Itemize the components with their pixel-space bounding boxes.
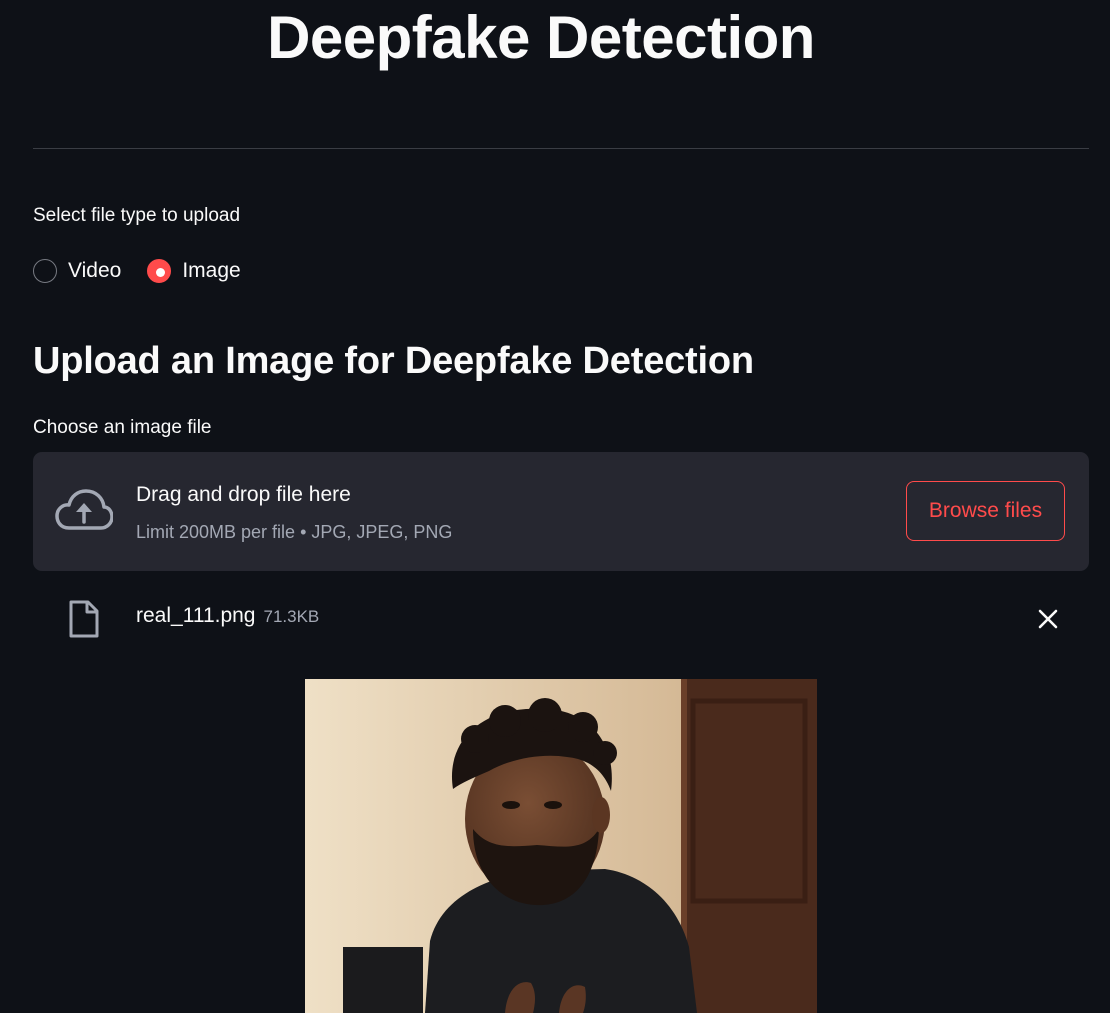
dropzone-title: Drag and drop file here bbox=[136, 483, 351, 506]
radio-option-image[interactable]: Image bbox=[147, 257, 241, 285]
uploader-label: Choose an image file bbox=[33, 417, 212, 438]
uploaded-file-name: real_111.png bbox=[136, 604, 256, 627]
page-title: Deepfake Detection bbox=[267, 4, 815, 71]
uploaded-file-size: 71.3KB bbox=[263, 607, 320, 626]
radio-option-video[interactable]: Video bbox=[33, 257, 121, 285]
divider bbox=[33, 148, 1089, 149]
file-icon bbox=[69, 600, 99, 638]
upload-heading: Upload an Image for Deepfake Detection bbox=[33, 340, 754, 382]
image-preview bbox=[305, 679, 817, 1013]
file-type-label: Select file type to upload bbox=[33, 205, 241, 226]
uploaded-file-row: real_111.png 71.3KB bbox=[33, 590, 1089, 646]
file-dropzone[interactable]: Drag and drop file here Limit 200MB per … bbox=[33, 452, 1089, 571]
radio-button-image[interactable] bbox=[147, 259, 172, 283]
cloud-upload-icon bbox=[55, 489, 113, 530]
uploaded-file-info: real_111.png 71.3KB bbox=[136, 602, 319, 631]
file-type-radio-group: Video Image bbox=[33, 257, 267, 285]
close-icon[interactable] bbox=[1036, 607, 1060, 631]
browse-files-button[interactable]: Browse files bbox=[906, 481, 1065, 541]
dropzone-limits: Limit 200MB per file • JPG, JPEG, PNG bbox=[136, 522, 453, 542]
person-photo bbox=[305, 679, 817, 1013]
radio-label-image: Image bbox=[182, 259, 241, 282]
radio-button-video[interactable] bbox=[33, 259, 57, 283]
radio-label-video: Video bbox=[68, 259, 122, 282]
